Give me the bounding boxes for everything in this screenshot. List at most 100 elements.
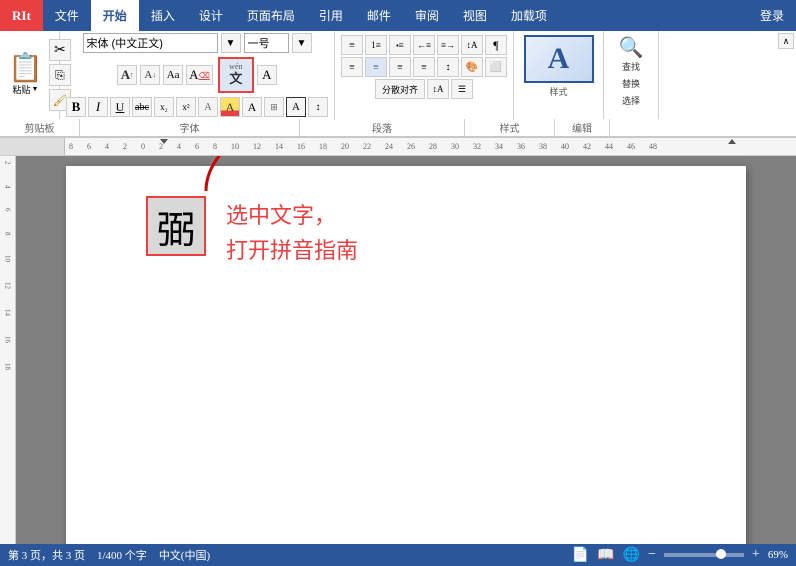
- increase-font-button[interactable]: A↑: [117, 65, 137, 85]
- font-color-button[interactable]: A: [257, 65, 277, 85]
- chinese-layout-btn3[interactable]: ☰: [451, 79, 473, 99]
- bullets-button[interactable]: ≡: [341, 35, 363, 55]
- shading-button[interactable]: 🎨: [461, 57, 483, 77]
- vruler-tick: 4: [4, 185, 12, 189]
- font-name-dropdown[interactable]: ▼: [221, 33, 241, 53]
- tab-home[interactable]: 开始: [91, 0, 139, 31]
- document-page[interactable]: 弼 选中文字， 打开拼音指南: [66, 166, 746, 544]
- paste-dropdown[interactable]: ▼: [31, 85, 38, 93]
- status-bar: 第 3 页，共 3 页 1/400 个字 中文(中国) 📄 📖 🌐 − + 69…: [0, 544, 796, 566]
- paragraph-label: 段落: [300, 119, 465, 136]
- subscript-button[interactable]: x₂: [154, 97, 174, 117]
- paste-label: 粘贴: [12, 83, 30, 96]
- font-size-dropdown[interactable]: ▼: [292, 33, 312, 53]
- char-border-button[interactable]: A: [286, 97, 306, 117]
- view-normal-icon[interactable]: 📄: [572, 547, 589, 564]
- select-button[interactable]: 选择: [622, 94, 640, 107]
- styles-label-row: 样式: [465, 119, 555, 136]
- styles-section: A 样式: [514, 31, 604, 119]
- selected-char: 弼: [157, 199, 195, 254]
- instruction-line2: 打开拼音指南: [226, 233, 358, 268]
- font-size-input[interactable]: [244, 33, 289, 53]
- zoom-thumb[interactable]: [716, 549, 726, 559]
- tab-references[interactable]: 引用: [307, 0, 355, 31]
- vruler-tick: 16: [4, 336, 12, 343]
- border-button[interactable]: ⬜: [485, 57, 507, 77]
- ruler: 8642 0246 8101214 16182022 24262830 3234…: [0, 138, 796, 156]
- ruler-right-indent-marker[interactable]: [728, 139, 736, 144]
- pinyin-guide-button[interactable]: wén 文: [218, 57, 254, 93]
- vruler-tick: 12: [4, 282, 12, 289]
- italic-button[interactable]: I: [88, 97, 108, 117]
- change-case-button[interactable]: Aa: [163, 65, 183, 85]
- document-area[interactable]: 弼 选中文字， 打开拼音指南: [16, 156, 796, 544]
- tab-review[interactable]: 审阅: [403, 0, 451, 31]
- decrease-font-button[interactable]: A↓: [140, 65, 160, 85]
- align-center-button[interactable]: ≡: [365, 57, 387, 77]
- zoom-increase-button[interactable]: +: [752, 547, 760, 563]
- font-section: ▼ ▼ A↑ A↓ Aa A⌫ wén 文 A B: [60, 31, 335, 119]
- styles-gallery-button[interactable]: A: [524, 35, 594, 83]
- paste-button[interactable]: 📋 粘贴 ▼: [6, 53, 45, 98]
- multilevel-button[interactable]: ⬝≡: [389, 35, 411, 55]
- vruler-tick: 8: [4, 232, 12, 236]
- bold-button[interactable]: B: [66, 97, 86, 117]
- clipboard-section: 📋 粘贴 ▼ ✂ ⎘ 🖌: [0, 31, 60, 119]
- underline-button[interactable]: U: [110, 97, 130, 117]
- find-button[interactable]: 🔍 查找: [619, 35, 644, 73]
- collapse-ribbon-button[interactable]: ∧: [778, 33, 794, 49]
- sort-button[interactable]: ↕A: [461, 35, 483, 55]
- superscript-button[interactable]: x²: [176, 97, 196, 117]
- align-right-button[interactable]: ≡: [389, 57, 411, 77]
- ruler-left-margin: [0, 138, 65, 155]
- zoom-slider[interactable]: [664, 553, 744, 557]
- font-label: 字体: [80, 119, 300, 136]
- instruction-line1: 选中文字，: [226, 198, 358, 233]
- justify-button[interactable]: ≡: [413, 57, 435, 77]
- clear-format-button[interactable]: A⌫: [186, 65, 213, 85]
- ruler-right: 8642 0246 8101214 16182022 24262830 3234…: [65, 138, 796, 155]
- show-marks-button[interactable]: ¶: [485, 35, 507, 55]
- align-left-button[interactable]: ≡: [341, 57, 363, 77]
- chinese-layout-btn2[interactable]: ↕A: [427, 79, 449, 99]
- zoom-level: 69%: [768, 549, 788, 561]
- annotation-arrow: [156, 156, 436, 201]
- tab-addins[interactable]: 加载项: [499, 0, 559, 31]
- font-shading-button[interactable]: ⊞: [264, 97, 284, 117]
- replace-button[interactable]: 替换: [622, 77, 640, 90]
- ruler-ticks: 8642 0246 8101214 16182022 24262830 3234…: [65, 138, 657, 155]
- ribbon-tabs: RIt 文件 开始 插入 设计 页面布局 引用 邮件 审阅 视图 加载项 登录: [0, 0, 796, 31]
- tab-view[interactable]: 视图: [451, 0, 499, 31]
- ruler-indent-marker[interactable]: [160, 139, 168, 144]
- ribbon-main: 📋 粘贴 ▼ ✂ ⎘ 🖌 ▼ ▼ A↑: [0, 31, 796, 119]
- vruler-tick: 6: [4, 208, 12, 212]
- styles-a-label: A: [548, 42, 570, 76]
- chinese-layout-btn1[interactable]: 分散对齐: [375, 79, 425, 99]
- zoom-decrease-button[interactable]: −: [648, 547, 656, 563]
- tab-insert[interactable]: 插入: [139, 0, 187, 31]
- strikethrough-button[interactable]: abc: [132, 97, 152, 117]
- indent-increase-button[interactable]: ≡→: [437, 35, 459, 55]
- styles-label: 样式: [549, 85, 567, 98]
- font-name-input[interactable]: [83, 33, 218, 53]
- text-direction-button[interactable]: ↕: [308, 97, 328, 117]
- editing-section: 🔍 查找 替换 选择: [604, 31, 659, 119]
- view-reading-icon[interactable]: 📖: [597, 547, 614, 564]
- tab-mailings[interactable]: 邮件: [355, 0, 403, 31]
- section-labels: 剪贴板 字体 段落 样式 编辑: [0, 119, 796, 137]
- line-spacing-button[interactable]: ↕: [437, 57, 459, 77]
- font-color-btn2[interactable]: A: [242, 97, 262, 117]
- indent-decrease-button[interactable]: ←≡: [413, 35, 435, 55]
- login-btn[interactable]: 登录: [748, 0, 796, 31]
- rit-tab[interactable]: RIt: [0, 0, 43, 31]
- tab-design[interactable]: 设计: [187, 0, 235, 31]
- text-effect-button[interactable]: A: [198, 97, 218, 117]
- view-web-icon[interactable]: 🌐: [623, 547, 640, 564]
- tab-file[interactable]: 文件: [43, 0, 91, 31]
- tab-layout[interactable]: 页面布局: [235, 0, 307, 31]
- highlight-button[interactable]: A: [220, 97, 240, 117]
- main-area: 2 4 6 8 10 12 14 16 18 弼 选中文字， 打开拼音指南: [0, 156, 796, 544]
- vruler-tick: 10: [4, 255, 12, 262]
- numbering-button[interactable]: 1≡: [365, 35, 387, 55]
- language: 中文(中国): [159, 547, 210, 563]
